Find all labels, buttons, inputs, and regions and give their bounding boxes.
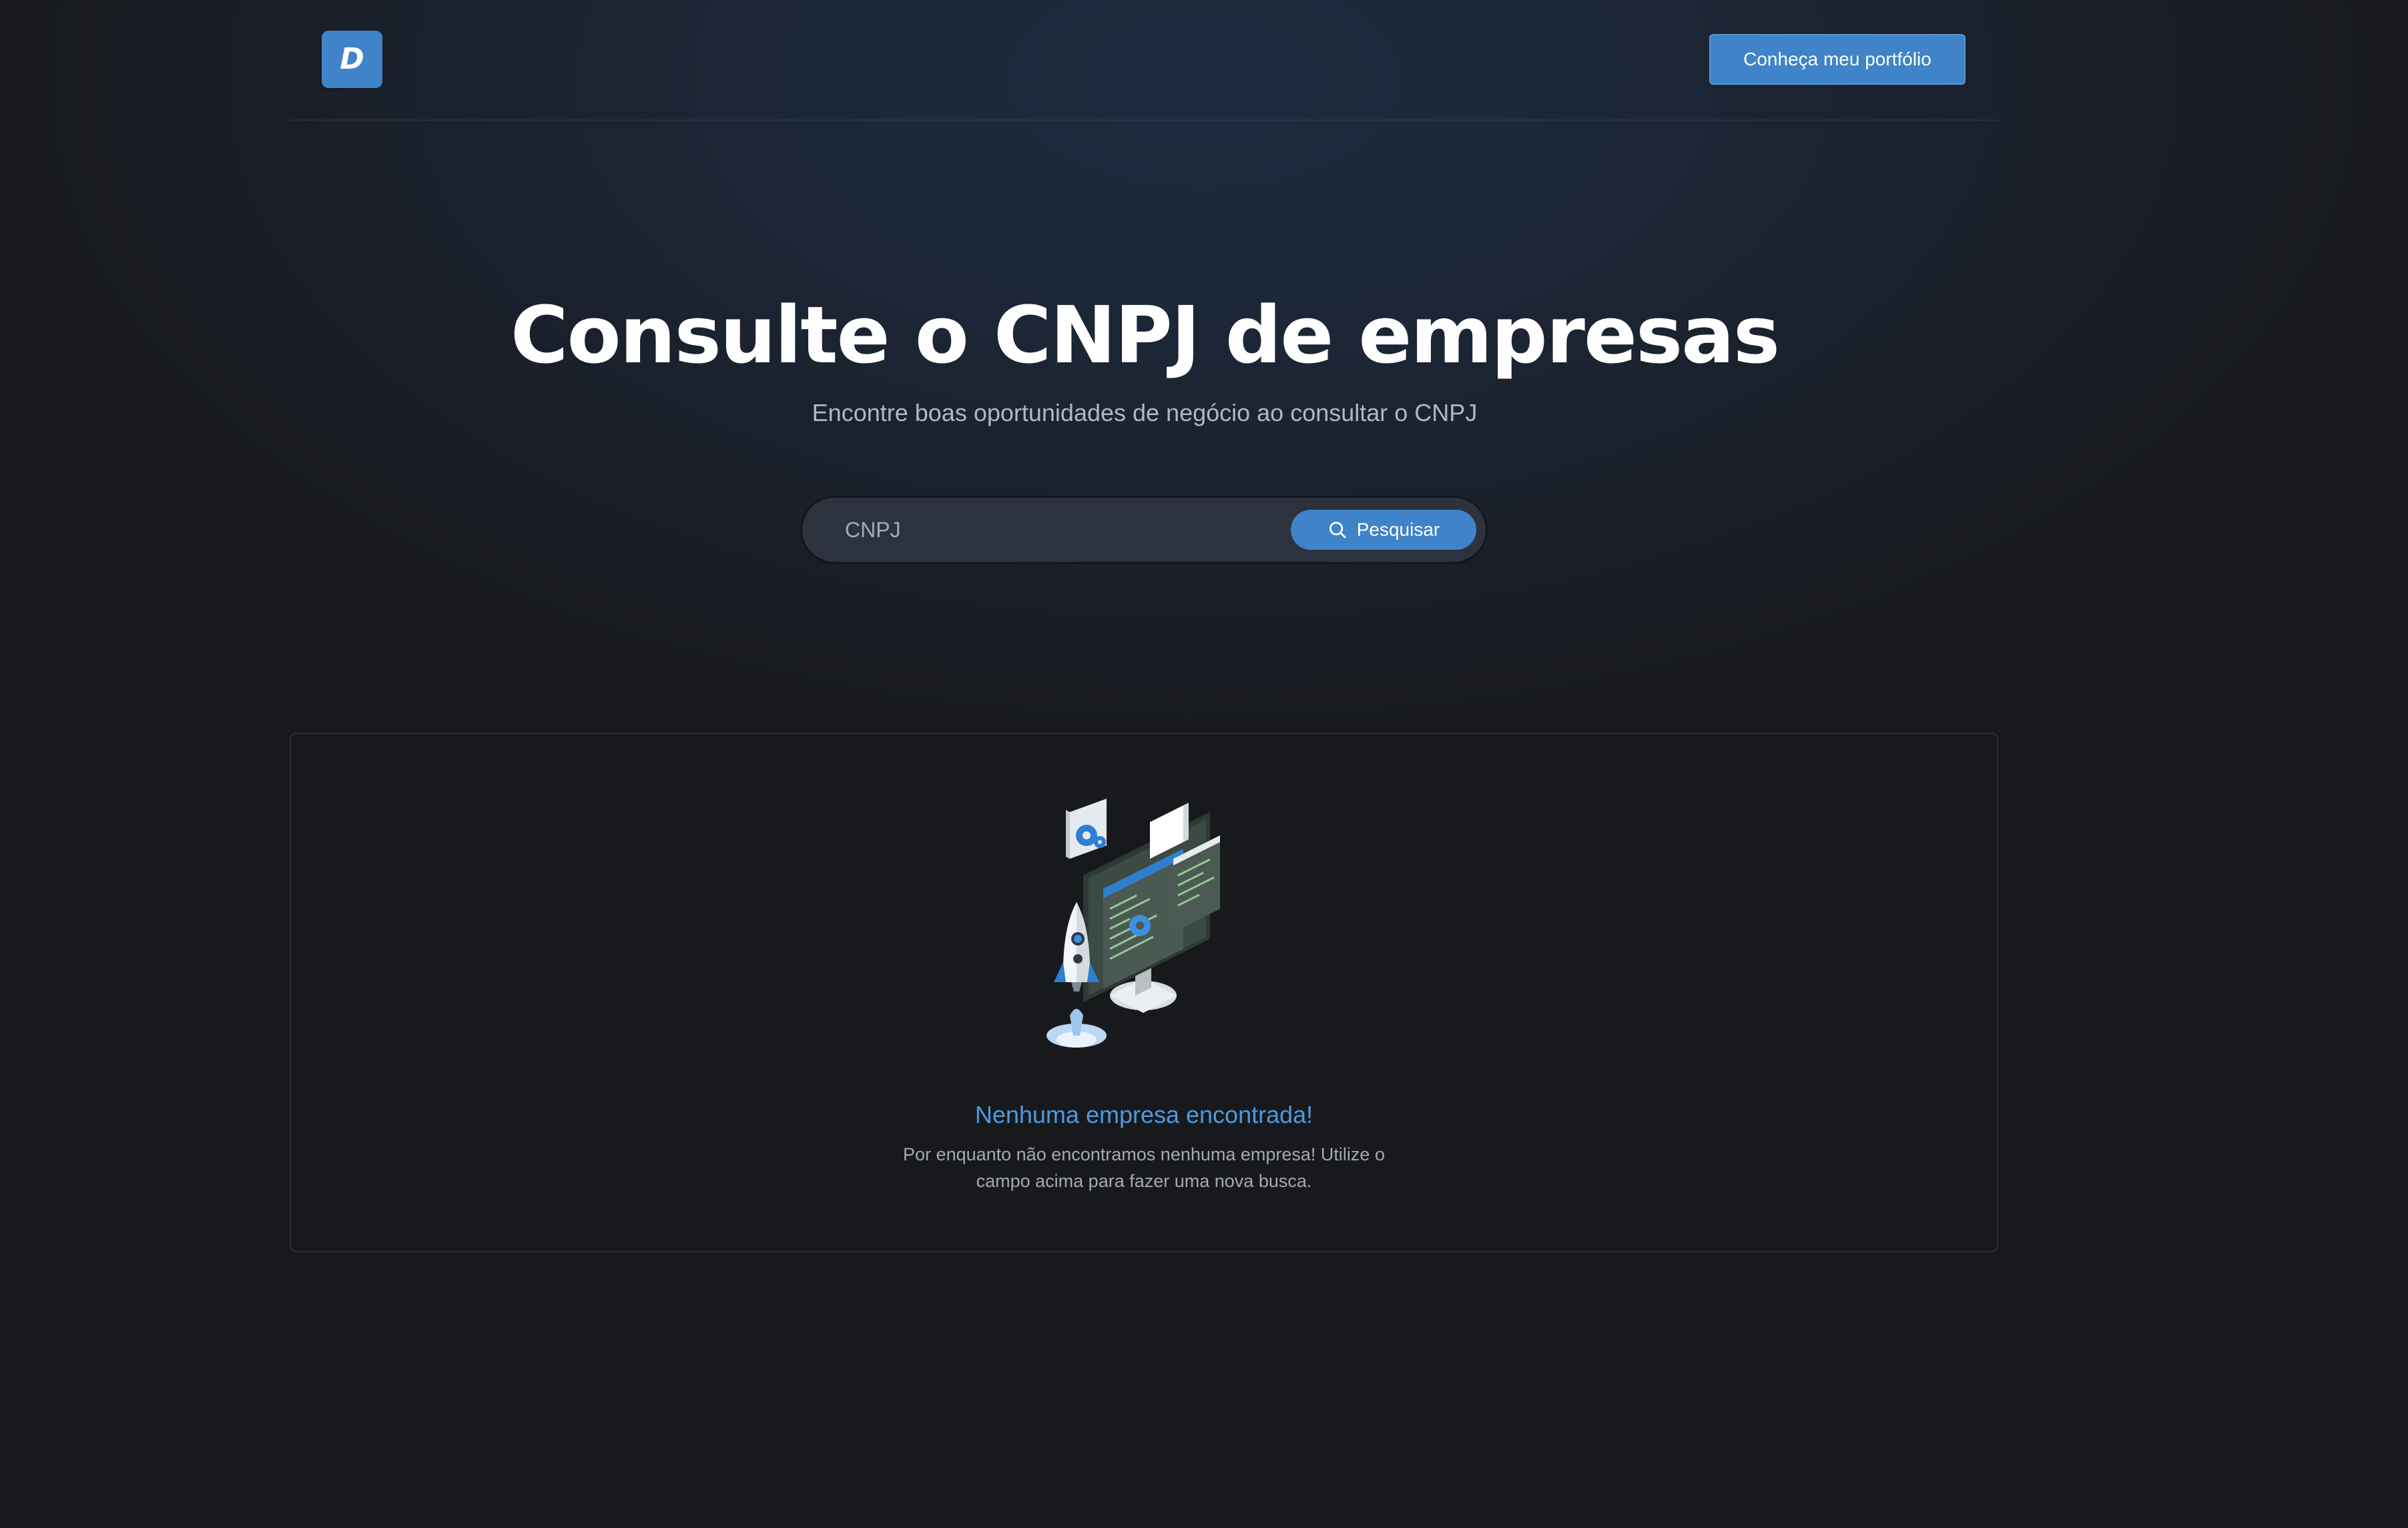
page-subtitle: Encontre boas oportunidades de negócio a… [812,399,1478,426]
search-icon [1327,520,1347,540]
logo[interactable]: D [322,31,382,88]
rocket-computer-illustration [1036,795,1230,1056]
portfolio-button[interactable]: Conheça meu portfólio [1709,34,1966,85]
page-title: Consulte o CNPJ de empresas [510,289,1780,381]
results-card: Nenhuma empresa encontrada! Por enquanto… [290,733,1998,1252]
page: D Conheça meu portfólio Consulte o CNPJ … [0,0,2408,1528]
search-button-label: Pesquisar [1356,519,1440,540]
empty-state-description: Por enquanto não encontramos nenhuma emp… [903,1144,1385,1191]
cnpj-search-input[interactable] [844,507,1244,552]
logo-letter: D [340,42,364,76]
search-button[interactable]: Pesquisar [1291,510,1476,550]
empty-state-title: Nenhuma empresa encontrada! [974,1101,1313,1128]
search-bar: Pesquisar [802,498,1486,562]
header: D Conheça meu portfólio [290,0,1998,121]
